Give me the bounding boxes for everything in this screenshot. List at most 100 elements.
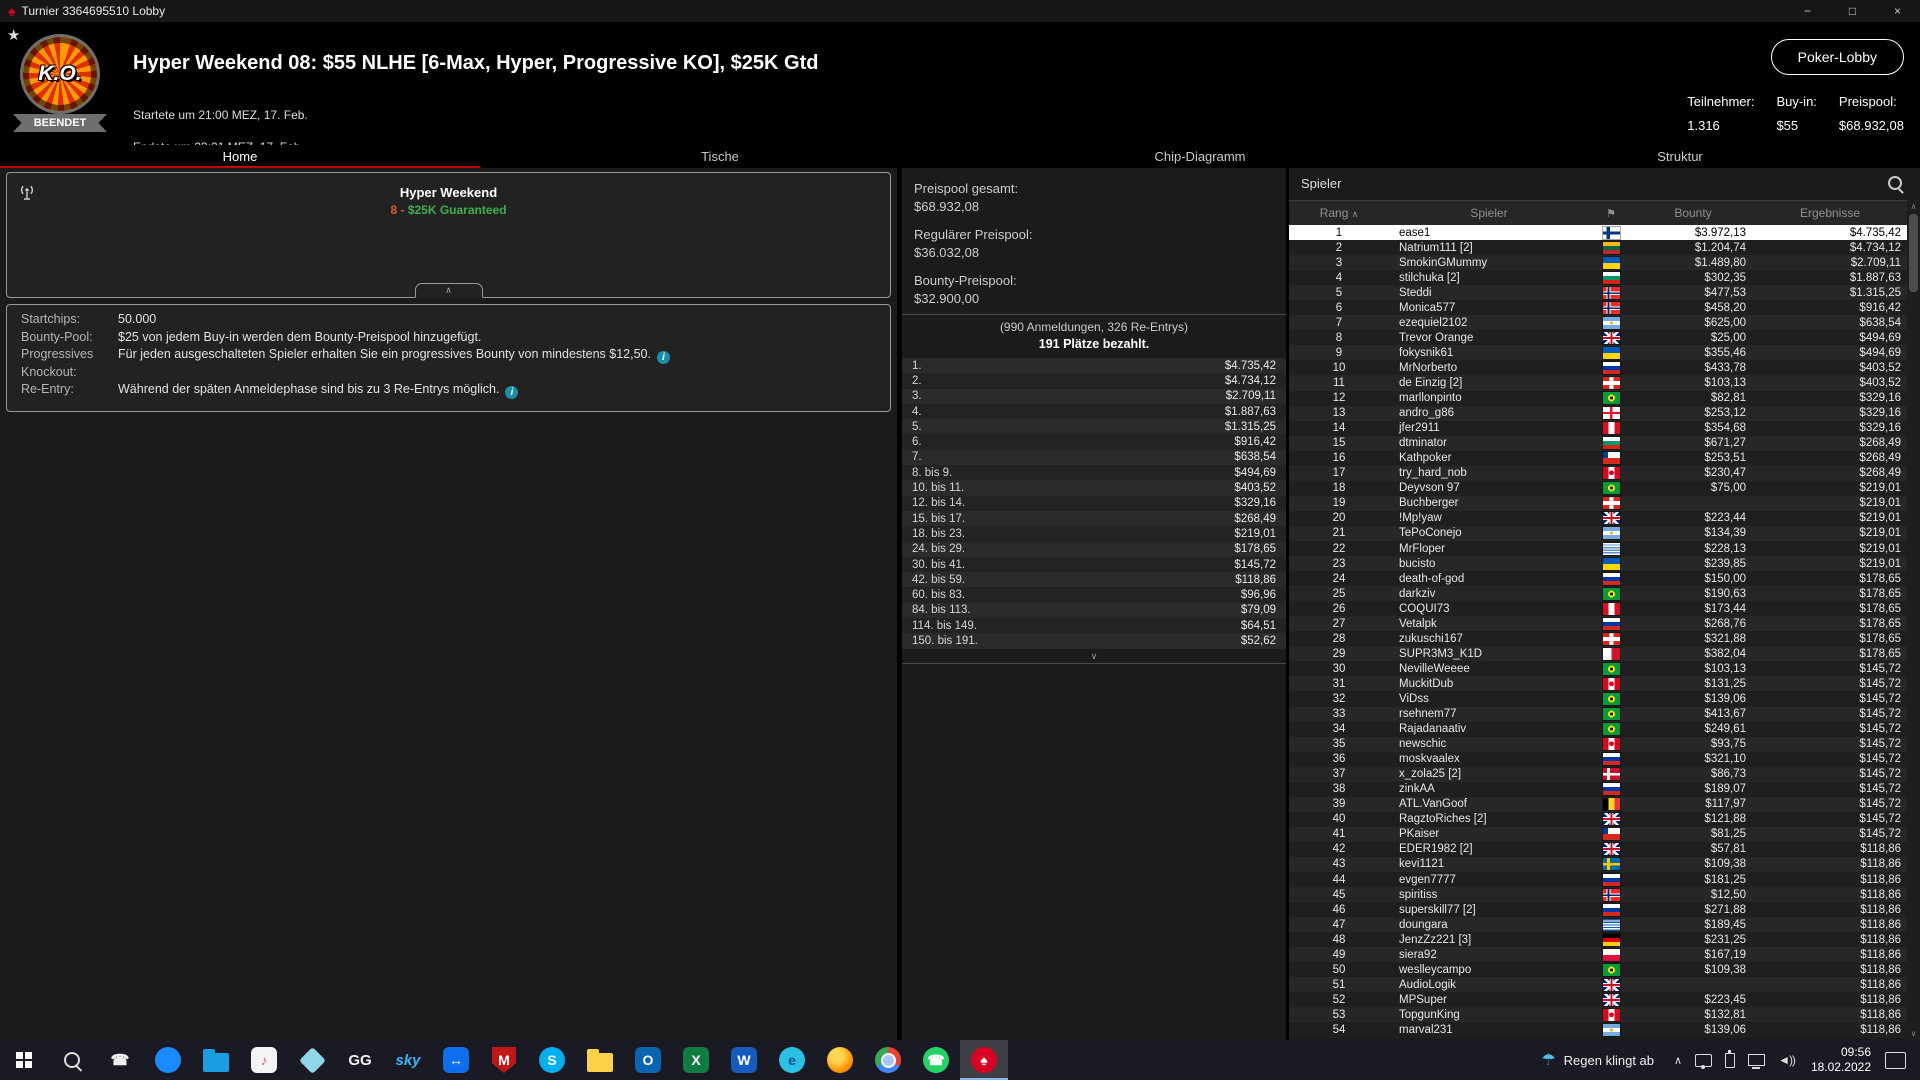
- player-row[interactable]: 51 AudioLogik $118,86: [1289, 977, 1907, 993]
- player-row[interactable]: 48 JenzZz221 [3] $231,25 $118,86: [1289, 932, 1907, 948]
- player-row[interactable]: 21 TePoConejo $134,39 $219,01: [1289, 525, 1907, 541]
- player-row[interactable]: 11 de Einzig [2] $103,13 $403,52: [1289, 375, 1907, 391]
- player-row[interactable]: 37 x_zola25 [2] $86,73 $145,72: [1289, 766, 1907, 782]
- column-header-results[interactable]: Ergebnisse: [1753, 206, 1907, 220]
- excel-app-icon[interactable]: X: [672, 1040, 720, 1080]
- tab-tische[interactable]: Tische: [480, 145, 960, 168]
- tab-home[interactable]: Home: [0, 145, 480, 170]
- scroll-up-icon[interactable]: ∧: [1907, 202, 1920, 211]
- player-row[interactable]: 18 Deyvson 97 $75,00 $219,01: [1289, 480, 1907, 496]
- player-row[interactable]: 54 marval231 $139,06 $118,86: [1289, 1022, 1907, 1038]
- firefox-app-icon[interactable]: [816, 1040, 864, 1080]
- notification-center-icon[interactable]: [1885, 1051, 1906, 1069]
- chevron-up-icon[interactable]: ∧: [1674, 1054, 1682, 1067]
- player-row[interactable]: 8 Trevor Orange $25,00 $494,69: [1289, 330, 1907, 346]
- volume-icon[interactable]: ◄)): [1778, 1053, 1796, 1067]
- player-row[interactable]: 17 try_hard_nob $230,47 $268,49: [1289, 465, 1907, 481]
- chrome-app-icon[interactable]: [864, 1040, 912, 1080]
- player-row[interactable]: 23 bucisto $239,85 $219,01: [1289, 556, 1907, 572]
- player-row[interactable]: 38 zinkAA $189,07 $145,72: [1289, 781, 1907, 797]
- player-row[interactable]: 6 Monica577 $458,20 $916,42: [1289, 300, 1907, 316]
- column-header-flag[interactable]: ⚑: [1589, 207, 1633, 220]
- search-icon[interactable]: [1888, 176, 1902, 190]
- start-button[interactable]: [0, 1040, 48, 1080]
- player-row[interactable]: 1 ease1 $3.972,13 $4.735,42: [1289, 225, 1907, 241]
- player-row[interactable]: 30 NevilleWeeee $103,13 $145,72: [1289, 661, 1907, 677]
- word-app-icon[interactable]: W: [720, 1040, 768, 1080]
- player-row[interactable]: 24 death-of-god $150,00 $178,65: [1289, 571, 1907, 587]
- player-row[interactable]: 13 andro_g86 $253,12 $329,16: [1289, 405, 1907, 421]
- tab-chip-diagramm[interactable]: Chip-Diagramm: [960, 145, 1440, 168]
- player-row[interactable]: 49 siera92 $167,19 $118,86: [1289, 947, 1907, 963]
- player-row[interactable]: 46 superskill77 [2] $271,88 $118,86: [1289, 902, 1907, 918]
- player-row[interactable]: 36 moskvaalex $321,10 $145,72: [1289, 751, 1907, 767]
- player-row[interactable]: 32 ViDss $139,06 $145,72: [1289, 691, 1907, 707]
- pokerstars-app-icon[interactable]: ♠: [960, 1040, 1008, 1080]
- player-row[interactable]: 3 SmokinGMummy $1.489,80 $2.709,11: [1289, 255, 1907, 271]
- whatsapp-app-icon[interactable]: ☎: [912, 1040, 960, 1080]
- player-row[interactable]: 27 Vetalpk $268,76 $178,65: [1289, 616, 1907, 632]
- info-icon[interactable]: i: [656, 351, 670, 364]
- cast-icon[interactable]: [1695, 1053, 1713, 1069]
- tab-struktur[interactable]: Struktur: [1440, 145, 1920, 168]
- scrollbar-thumb[interactable]: [1909, 214, 1918, 292]
- scroll-down-icon[interactable]: ∨: [1907, 1029, 1920, 1038]
- itunes-app-icon[interactable]: ♪: [240, 1040, 288, 1080]
- player-row[interactable]: 52 MPSuper $223,45 $118,86: [1289, 992, 1907, 1008]
- player-row[interactable]: 22 MrFloper $228,13 $219,01: [1289, 540, 1907, 557]
- player-row[interactable]: 40 RagztoRiches [2] $121,88 $145,72: [1289, 811, 1907, 827]
- player-row[interactable]: 34 Rajadanaativ $249,61 $145,72: [1289, 721, 1907, 737]
- player-row[interactable]: 39 ATL.VanGoof $117,97 $145,72: [1289, 796, 1907, 812]
- onedrive-app-icon[interactable]: [192, 1040, 240, 1080]
- player-row[interactable]: 47 doungara $189,45 $118,86: [1289, 917, 1907, 933]
- player-row[interactable]: 33 rsehnem77 $413,67 $145,72: [1289, 706, 1907, 722]
- favorite-star-icon[interactable]: ★: [7, 26, 20, 44]
- player-row[interactable]: 10 MrNorberto $433,78 $403,52: [1289, 360, 1907, 376]
- player-row[interactable]: 26 COQUI73 $173,44 $178,65: [1289, 601, 1907, 617]
- search-button[interactable]: [48, 1040, 96, 1080]
- player-row[interactable]: 9 fokysnik61 $355,46 $494,69: [1289, 345, 1907, 361]
- player-row[interactable]: 44 evgen7777 $181,25 $118,86: [1289, 872, 1907, 888]
- player-row[interactable]: 50 weslleycampo $109,38 $118,86: [1289, 962, 1907, 978]
- column-header-bounty[interactable]: Bounty: [1633, 206, 1753, 220]
- phone-app-icon[interactable]: ☎: [96, 1040, 144, 1080]
- usb-icon[interactable]: [1725, 1049, 1736, 1068]
- player-row[interactable]: 12 marllonpinto $82,81 $329,16: [1289, 390, 1907, 406]
- column-header-player[interactable]: Spieler: [1389, 206, 1589, 220]
- player-row[interactable]: 25 darkziv $190,63 $178,65: [1289, 586, 1907, 602]
- player-row[interactable]: 19 Buchberger $219,01: [1289, 495, 1907, 511]
- player-row[interactable]: 7 ezequiel2102 $625,00 $638,54: [1289, 315, 1907, 331]
- player-row[interactable]: 14 jfer2911 $354,68 $329,16: [1289, 420, 1907, 436]
- player-row[interactable]: 20 !Mp!yaw $223,44 $219,01: [1289, 510, 1907, 526]
- teamviewer-app-icon[interactable]: ↔: [432, 1040, 480, 1080]
- player-row[interactable]: 35 newschic $93,75 $145,72: [1289, 736, 1907, 752]
- player-row[interactable]: 42 EDER1982 [2] $57,81 $118,86: [1289, 841, 1907, 857]
- player-row[interactable]: 29 SUPR3M3_K1D $382,04 $178,65: [1289, 646, 1907, 662]
- player-row[interactable]: 2 Natrium111 [2] $1.204,74 $4.734,12: [1289, 240, 1907, 256]
- skype-app-icon[interactable]: S: [528, 1040, 576, 1080]
- mcafee-app-icon[interactable]: M: [480, 1040, 528, 1080]
- players-scrollbar[interactable]: ∧ ∨: [1907, 200, 1920, 1040]
- close-button[interactable]: ×: [1875, 0, 1920, 22]
- dev-tool-app-icon[interactable]: [288, 1040, 336, 1080]
- player-row[interactable]: 43 kevi1121 $109,38 $118,86: [1289, 856, 1907, 873]
- maximize-button[interactable]: □: [1830, 0, 1875, 22]
- player-row[interactable]: 45 spiritiss $12,50 $118,86: [1289, 887, 1907, 903]
- player-row[interactable]: 5 Steddi $477,53 $1.315,25: [1289, 285, 1907, 301]
- player-row[interactable]: 15 dtminator $671,27 $268,49: [1289, 435, 1907, 451]
- outlook-app-icon[interactable]: O: [624, 1040, 672, 1080]
- gg-app-icon[interactable]: GG: [336, 1040, 384, 1080]
- minimize-button[interactable]: −: [1785, 0, 1830, 22]
- prize-list-expander[interactable]: ∨: [902, 649, 1286, 664]
- player-row[interactable]: 4 stilchuka [2] $302,35 $1.887,63: [1289, 270, 1907, 286]
- column-header-rank[interactable]: Rang ∧: [1289, 206, 1389, 220]
- edge-app-icon[interactable]: e: [768, 1040, 816, 1080]
- clock[interactable]: 09:56 18.02.2022: [1801, 1045, 1881, 1075]
- weather-widget[interactable]: ☂ Regen klingt ab: [1527, 1040, 1668, 1080]
- collapse-handle[interactable]: ∧: [414, 283, 483, 298]
- sky-app-icon[interactable]: sky: [384, 1040, 432, 1080]
- poker-lobby-button[interactable]: Poker-Lobby: [1770, 39, 1904, 75]
- network-icon[interactable]: [1748, 1054, 1766, 1069]
- messenger-app-icon[interactable]: [144, 1040, 192, 1080]
- player-row[interactable]: 16 Kathpoker $253,51 $268,49: [1289, 450, 1907, 466]
